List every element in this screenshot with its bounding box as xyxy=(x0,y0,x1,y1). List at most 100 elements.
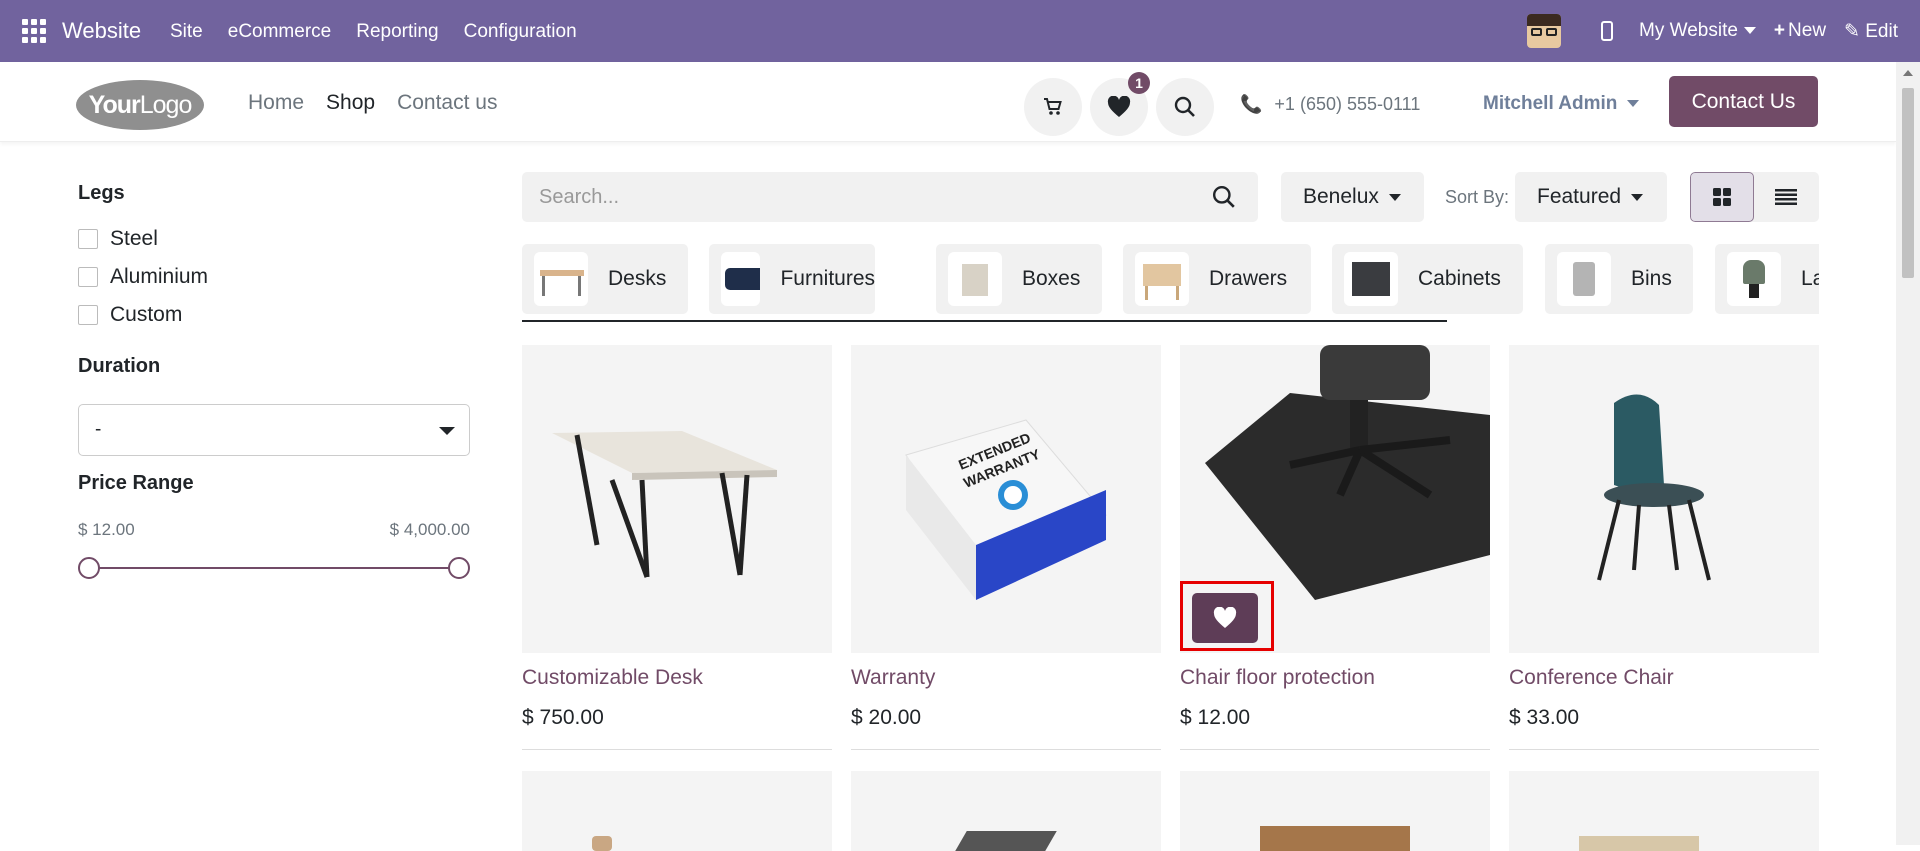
category-boxes[interactable]: Boxes xyxy=(936,244,1102,314)
price-slider-max-handle[interactable] xyxy=(448,557,470,579)
product-name[interactable]: Chair floor protection xyxy=(1180,666,1375,690)
price-min: $ 12.00 xyxy=(78,520,135,539)
price-slider-min-handle[interactable] xyxy=(78,557,100,579)
user-name: Mitchell Admin xyxy=(1483,93,1618,114)
option-label: Steel xyxy=(110,227,158,250)
category-drawers[interactable]: Drawers xyxy=(1123,244,1311,314)
list-view-button[interactable] xyxy=(1754,172,1818,222)
product-name[interactable]: Customizable Desk xyxy=(522,666,703,690)
phone-link[interactable]: 📞 +1 (650) 555-0111 xyxy=(1240,94,1420,115)
product-card[interactable]: Chair floor protection $ 12.00 xyxy=(1180,345,1490,750)
chevron-down-icon xyxy=(1627,100,1640,108)
nav-shop[interactable]: Shop xyxy=(326,91,375,115)
category-cabinets[interactable]: Cabinets xyxy=(1332,244,1523,314)
product-name[interactable]: Warranty xyxy=(851,666,935,690)
view-toggle xyxy=(1690,172,1819,222)
category-label: La xyxy=(1801,267,1819,290)
cart-button[interactable] xyxy=(1024,78,1082,136)
nav-contact[interactable]: Contact us xyxy=(397,91,497,115)
chevron-down-icon xyxy=(1743,27,1756,35)
phone-icon: 📞 xyxy=(1240,94,1263,114)
menu-configuration[interactable]: Configuration xyxy=(464,21,577,43)
product-card[interactable] xyxy=(522,771,832,851)
grid-view-button[interactable] xyxy=(1690,172,1754,222)
plus-icon: + xyxy=(1773,20,1786,41)
duration-select[interactable]: - xyxy=(78,404,470,456)
site-logo[interactable]: Your Logo xyxy=(76,80,204,130)
checkbox[interactable] xyxy=(78,305,98,325)
product-price: $ 750.00 xyxy=(522,706,604,729)
category-bins[interactable]: Bins xyxy=(1545,244,1693,314)
logo-text-bold: Your xyxy=(88,90,141,119)
filters-sidebar: Legs Steel Aluminium Custom Duration - P… xyxy=(78,170,470,579)
nav-home[interactable]: Home xyxy=(248,91,304,115)
checkbox[interactable] xyxy=(78,267,98,287)
apps-grid-icon[interactable] xyxy=(22,19,46,43)
mobile-preview-icon[interactable] xyxy=(1601,21,1614,41)
category-label: Boxes xyxy=(1022,267,1081,290)
duration-filter-title: Duration xyxy=(78,355,161,377)
user-menu[interactable]: Mitchell Admin xyxy=(1483,93,1640,115)
wishlist-button[interactable]: 1 xyxy=(1090,72,1150,136)
scrollbar-thumb[interactable] xyxy=(1902,88,1914,278)
category-label: Desks xyxy=(608,267,667,290)
menu-site[interactable]: Site xyxy=(170,21,203,43)
search-icon[interactable] xyxy=(1212,185,1236,209)
sort-dropdown[interactable]: Featured xyxy=(1515,172,1667,222)
scroll-up-arrow-icon[interactable] xyxy=(1903,70,1913,76)
category-lamps[interactable]: La xyxy=(1715,244,1819,314)
category-desks[interactable]: Desks xyxy=(522,244,688,314)
sort-label: Sort By: xyxy=(1445,187,1510,207)
menu-ecommerce[interactable]: eCommerce xyxy=(228,21,331,43)
product-price: $ 20.00 xyxy=(851,706,922,729)
menu-reporting[interactable]: Reporting xyxy=(356,21,438,43)
product-card[interactable]: Customizable Desk $ 750.00 xyxy=(522,345,832,750)
category-furnitures[interactable]: Furnitures xyxy=(709,244,875,314)
legs-option-steel[interactable]: Steel xyxy=(78,227,470,251)
product-image[interactable] xyxy=(522,345,832,653)
grid-icon xyxy=(1713,188,1731,206)
website-selector-label: My Website xyxy=(1639,20,1738,41)
app-title: Website xyxy=(62,18,142,43)
price-max: $ 4,000.00 xyxy=(389,520,470,539)
desk-thumbnail xyxy=(534,252,588,306)
edit-button[interactable]: ✎ Edit xyxy=(1844,20,1898,43)
sort-value: Featured xyxy=(1537,185,1622,208)
pricelist-dropdown[interactable]: Benelux xyxy=(1281,172,1424,222)
website-selector[interactable]: My Website xyxy=(1639,20,1756,42)
product-card[interactable] xyxy=(1180,771,1490,851)
product-image[interactable] xyxy=(1509,345,1819,653)
heart-icon xyxy=(1107,96,1131,117)
topbar-right: My Website + New ✎ Edit xyxy=(1527,14,1898,48)
checkbox[interactable] xyxy=(78,229,98,249)
chevron-down-icon xyxy=(1631,193,1644,201)
logo-text: Logo xyxy=(139,90,193,119)
pencil-icon: ✎ xyxy=(1844,20,1860,42)
product-card[interactable] xyxy=(851,771,1161,851)
product-card[interactable] xyxy=(1509,771,1819,851)
price-slider-track[interactable] xyxy=(88,567,460,569)
product-image[interactable]: EXTENDED WARRANTY xyxy=(851,345,1161,653)
search-input[interactable] xyxy=(539,186,1179,209)
product-name[interactable]: Conference Chair xyxy=(1509,666,1674,690)
product-price: $ 33.00 xyxy=(1509,706,1580,729)
page-scrollbar[interactable] xyxy=(1896,62,1920,845)
price-range-labels: $ 12.00 $ 4,000.00 xyxy=(78,520,470,540)
wishlist-count-badge: 1 xyxy=(1128,72,1150,94)
avatar[interactable] xyxy=(1527,14,1562,48)
legs-option-custom[interactable]: Custom xyxy=(78,303,470,327)
product-card[interactable]: Conference Chair $ 33.00 xyxy=(1509,345,1819,750)
price-filter-title: Price Range xyxy=(78,472,194,494)
search-icon xyxy=(1174,96,1195,117)
category-scroll-indicator xyxy=(522,320,1447,322)
new-button[interactable]: + New xyxy=(1774,20,1826,42)
legs-option-aluminium[interactable]: Aluminium xyxy=(78,265,470,289)
category-label: Furnitures xyxy=(780,267,875,290)
search-toggle-button[interactable] xyxy=(1156,78,1214,136)
category-carousel: Desks Furnitures Boxes Drawers Cabinets … xyxy=(522,244,1819,321)
contact-us-button[interactable]: Contact Us xyxy=(1669,76,1818,127)
option-label: Custom xyxy=(110,303,183,326)
new-label: New xyxy=(1788,20,1827,41)
product-card[interactable]: EXTENDED WARRANTY Warranty $ 20.00 xyxy=(851,345,1161,750)
category-label: Bins xyxy=(1631,267,1672,290)
